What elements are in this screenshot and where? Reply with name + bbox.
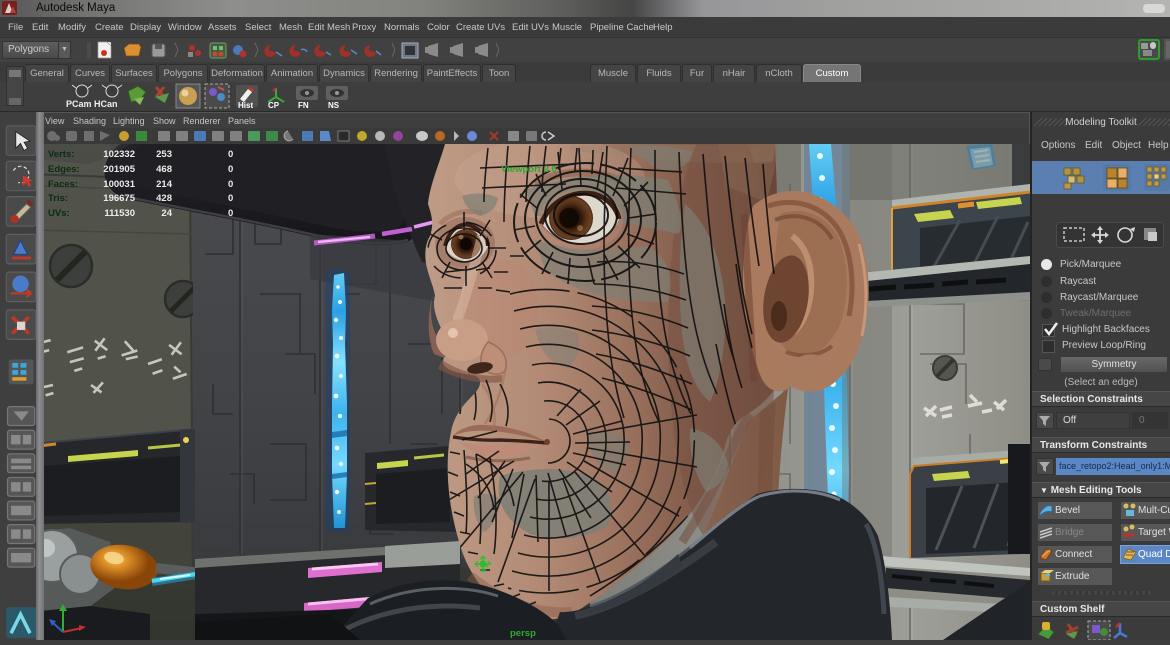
svg-text:Hist: Hist (238, 101, 253, 110)
svg-text:24: 24 (161, 208, 172, 219)
svg-text:Tris:: Tris: (48, 193, 68, 204)
svg-text:100031: 100031 (103, 179, 135, 190)
svg-text:0: 0 (228, 179, 233, 190)
svg-text:CP: CP (268, 101, 280, 110)
svg-text:UVs:: UVs: (48, 208, 70, 219)
svg-text:0: 0 (228, 149, 233, 160)
svg-text:214: 214 (156, 179, 173, 190)
svg-text:0: 0 (228, 208, 233, 219)
svg-text:253: 253 (156, 149, 172, 160)
svg-text:0: 0 (228, 164, 233, 175)
svg-text:Faces:: Faces: (48, 179, 78, 190)
svg-text:Verts:: Verts: (48, 149, 74, 160)
svg-text:102332: 102332 (103, 149, 135, 160)
svg-text:196675: 196675 (103, 193, 135, 204)
svg-text:428: 428 (156, 193, 172, 204)
svg-text:persp: persp (510, 628, 536, 639)
svg-text:0: 0 (228, 193, 233, 204)
svg-text:NS: NS (328, 101, 340, 110)
svg-text:111530: 111530 (104, 208, 135, 219)
svg-text:Edges:: Edges: (48, 164, 80, 175)
svg-text:PCam HCan: PCam HCan (66, 99, 118, 109)
svg-text:FN: FN (298, 101, 309, 110)
svg-text:468: 468 (156, 164, 172, 175)
svg-text:201905: 201905 (103, 164, 135, 175)
svg-text:Viewport 2.0: Viewport 2.0 (501, 164, 557, 175)
